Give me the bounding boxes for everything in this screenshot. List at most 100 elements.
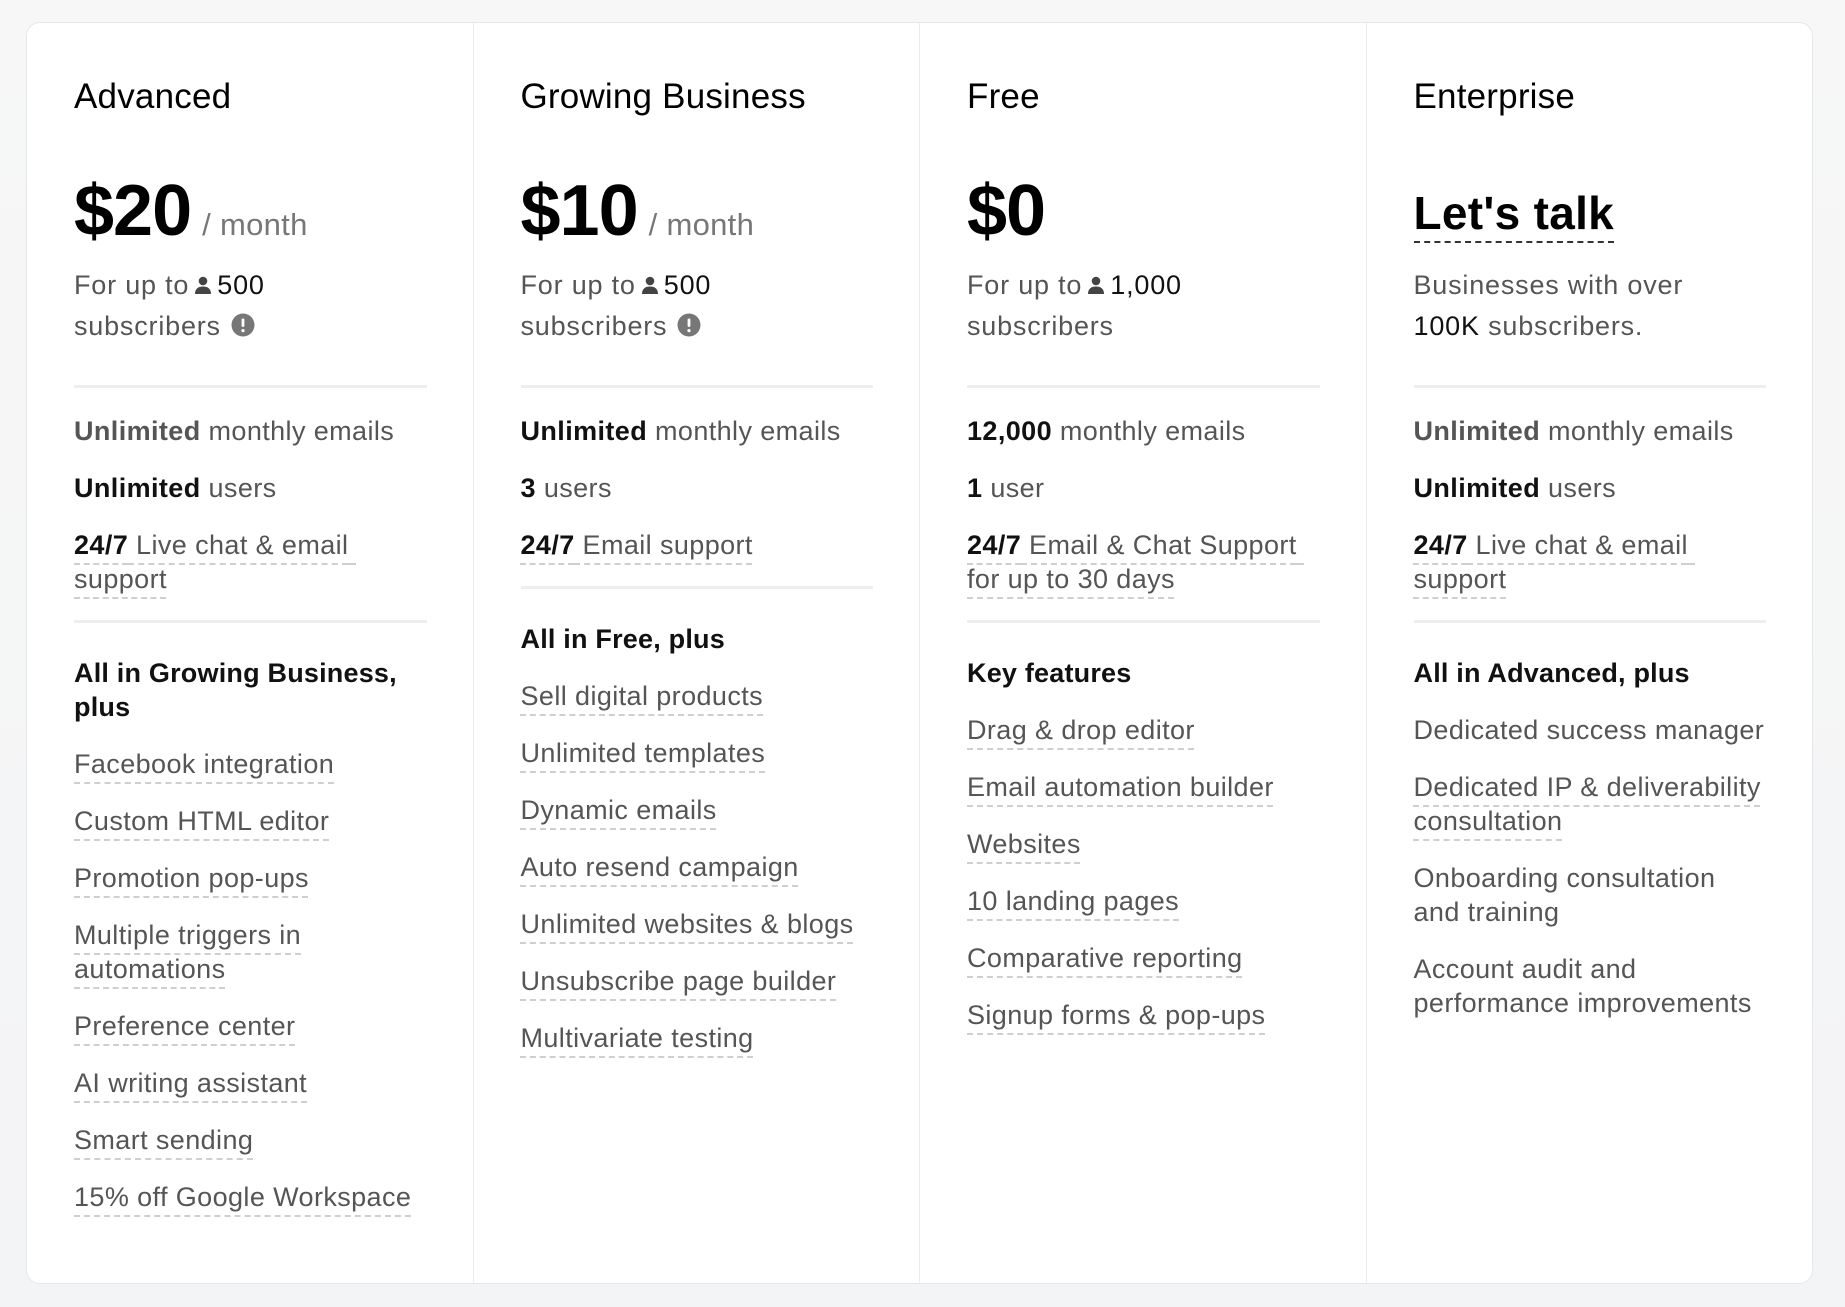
plan-limit-text: Unlimited monthly emails — [1414, 416, 1734, 446]
plan-limit-text[interactable]: 24/7 Email support — [521, 530, 753, 560]
plan-limit-item: 24/7 Live chat & email support — [1414, 528, 1767, 596]
plan-limits: 12,000 monthly emails 1 user 24/7 Email & … — [967, 388, 1320, 596]
plan-limits: Unlimited monthly emails Unlimited users 2… — [1414, 388, 1767, 596]
info-exclamation-icon[interactable] — [677, 308, 701, 337]
feature-label[interactable]: Promotion pop-ups — [74, 863, 309, 893]
plan-price: $0 — [967, 171, 1046, 251]
pricing-table: Advanced $20 / month For up to 500 subscri… — [26, 22, 1813, 1284]
plan-limit-item: 3 users — [521, 471, 874, 505]
plan-limit-text[interactable]: 24/7 Live chat & email support — [1414, 530, 1696, 594]
feature-label[interactable]: 15% off Google Workspace — [74, 1182, 411, 1212]
plan-column-free: Free $0 For up to 1,000 subscribers 12,000… — [919, 23, 1366, 1283]
plan-limits: Unlimited monthly emails Unlimited users 2… — [74, 388, 427, 596]
plan-limit-item: Unlimited monthly emails — [521, 414, 874, 448]
plan-limit-label: monthly emails — [1051, 416, 1246, 446]
plan-limit-text: 12,000 monthly emails — [967, 416, 1246, 446]
feature-label[interactable]: Custom HTML editor — [74, 806, 329, 836]
feature-item: Multiple triggers in automations — [74, 918, 427, 986]
user-icon — [640, 266, 660, 294]
feature-label: Onboarding consultation and training — [1413, 863, 1716, 927]
feature-item: Dedicated success manager — [1414, 713, 1767, 747]
feature-label[interactable]: Smart sending — [74, 1125, 253, 1155]
feature-item: Smart sending — [74, 1123, 427, 1157]
feature-item: Dynamic emails — [521, 793, 874, 827]
plan-limit-value: Unlimited — [520, 416, 648, 446]
plan-limit-text: Unlimited monthly emails — [521, 416, 841, 446]
feature-label: Dedicated success manager — [1413, 715, 1765, 745]
price-period: / month — [202, 207, 308, 242]
feature-label[interactable]: Email automation builder — [967, 772, 1274, 802]
plan-limit-text[interactable]: 24/7 Live chat & email support — [74, 530, 356, 594]
subtitle-prefix: For up to — [520, 270, 636, 300]
feature-label[interactable]: Websites — [967, 829, 1081, 859]
plan-limit-value: 24/7 — [520, 530, 575, 560]
plan-limit-text: 3 users — [521, 473, 612, 503]
price-row: $0 — [967, 171, 1320, 251]
plan-limit-item: 24/7 Email support — [521, 528, 874, 562]
plan-price: $20 — [74, 171, 192, 251]
subscriber-count: 1,000 — [1110, 270, 1182, 300]
plan-limit-value: Unlimited — [74, 473, 201, 503]
plan-limit-label: users — [200, 473, 277, 503]
contact-sales-link[interactable]: Let's talk — [1413, 185, 1615, 243]
plan-name: Enterprise — [1413, 77, 1576, 116]
feature-label[interactable]: Unlimited templates — [521, 738, 766, 768]
feature-label[interactable]: Dynamic emails — [521, 795, 717, 825]
features-heading: All in Advanced, plus — [1413, 658, 1690, 688]
feature-label[interactable]: Unsubscribe page builder — [521, 966, 837, 996]
feature-label[interactable]: AI writing assistant — [74, 1068, 307, 1098]
subtitle-suffix: subscribers — [967, 311, 1114, 341]
plan-subtitle: For up to 500 subscribers — [74, 265, 427, 347]
feature-label[interactable]: Facebook integration — [74, 749, 334, 779]
feature-item: Promotion pop-ups — [74, 861, 427, 895]
plan-limit-label: user — [982, 473, 1045, 503]
plan-limit-item: 24/7 Live chat & email support — [74, 528, 427, 596]
feature-label[interactable]: Drag & drop editor — [967, 715, 1195, 745]
plan-limit-item: 1 user — [967, 471, 1320, 505]
subtitle-suffix: subscribers — [520, 311, 668, 341]
plan-name: Growing Business — [520, 77, 806, 116]
feature-label[interactable]: Unlimited websites & blogs — [521, 909, 854, 939]
feature-item: Account audit and performance improvemen… — [1414, 952, 1767, 1020]
feature-label[interactable]: Signup forms & pop-ups — [967, 1000, 1265, 1030]
features-heading: All in Growing Business, plus — [74, 658, 397, 722]
feature-label[interactable]: Preference center — [74, 1011, 295, 1041]
feature-item: Signup forms & pop-ups — [967, 998, 1320, 1032]
feature-label[interactable]: Multivariate testing — [521, 1023, 754, 1053]
plan-limit-value: 24/7 — [74, 530, 129, 560]
plan-limit-text[interactable]: 24/7 Email & Chat Support for up to 30 d… — [967, 530, 1305, 594]
plan-price: $10 — [520, 171, 639, 251]
plan-limit-value: 3 — [520, 473, 536, 503]
plan-limit-label: users — [535, 473, 612, 503]
price-period: / month — [648, 207, 755, 242]
plan-limit-value: Unlimited — [1413, 416, 1541, 446]
user-icon — [193, 266, 213, 294]
feature-item: Comparative reporting — [967, 941, 1320, 975]
feature-item: Multivariate testing — [521, 1021, 874, 1055]
feature-label[interactable]: Sell digital products — [521, 681, 764, 711]
feature-item: Preference center — [74, 1009, 427, 1043]
feature-item: Unlimited templates — [521, 736, 874, 770]
feature-label[interactable]: Auto resend campaign — [521, 852, 799, 882]
plan-limit-label: monthly emails — [200, 416, 395, 446]
feature-label[interactable]: 10 landing pages — [967, 886, 1179, 916]
plan-features: All in Free, plus Sell digital products U… — [521, 589, 874, 1055]
feature-item: Unlimited websites & blogs — [521, 907, 874, 941]
feature-item: Facebook integration — [74, 747, 427, 781]
plan-limit-label: users — [1540, 473, 1617, 503]
feature-item: Auto resend campaign — [521, 850, 874, 884]
feature-label[interactable]: Dedicated IP & deliverability consultati… — [1414, 772, 1761, 836]
subtitle-prefix: For up to — [74, 270, 190, 300]
feature-label[interactable]: Multiple triggers in automations — [74, 920, 301, 984]
subscriber-count: 100K — [1413, 311, 1480, 341]
subscriber-count: 500 — [217, 270, 265, 300]
price-row: Let's talk — [1413, 171, 1767, 251]
plan-subtitle: For up to 500 subscribers — [521, 265, 874, 347]
user-icon — [1086, 266, 1106, 294]
feature-item: Custom HTML editor — [74, 804, 427, 838]
subtitle-suffix: subscribers — [74, 311, 221, 341]
feature-label[interactable]: Comparative reporting — [967, 943, 1243, 973]
plan-limit-value: 12,000 — [967, 416, 1052, 446]
info-exclamation-icon[interactable] — [231, 308, 255, 337]
plan-limit-text: Unlimited monthly emails — [74, 416, 394, 446]
